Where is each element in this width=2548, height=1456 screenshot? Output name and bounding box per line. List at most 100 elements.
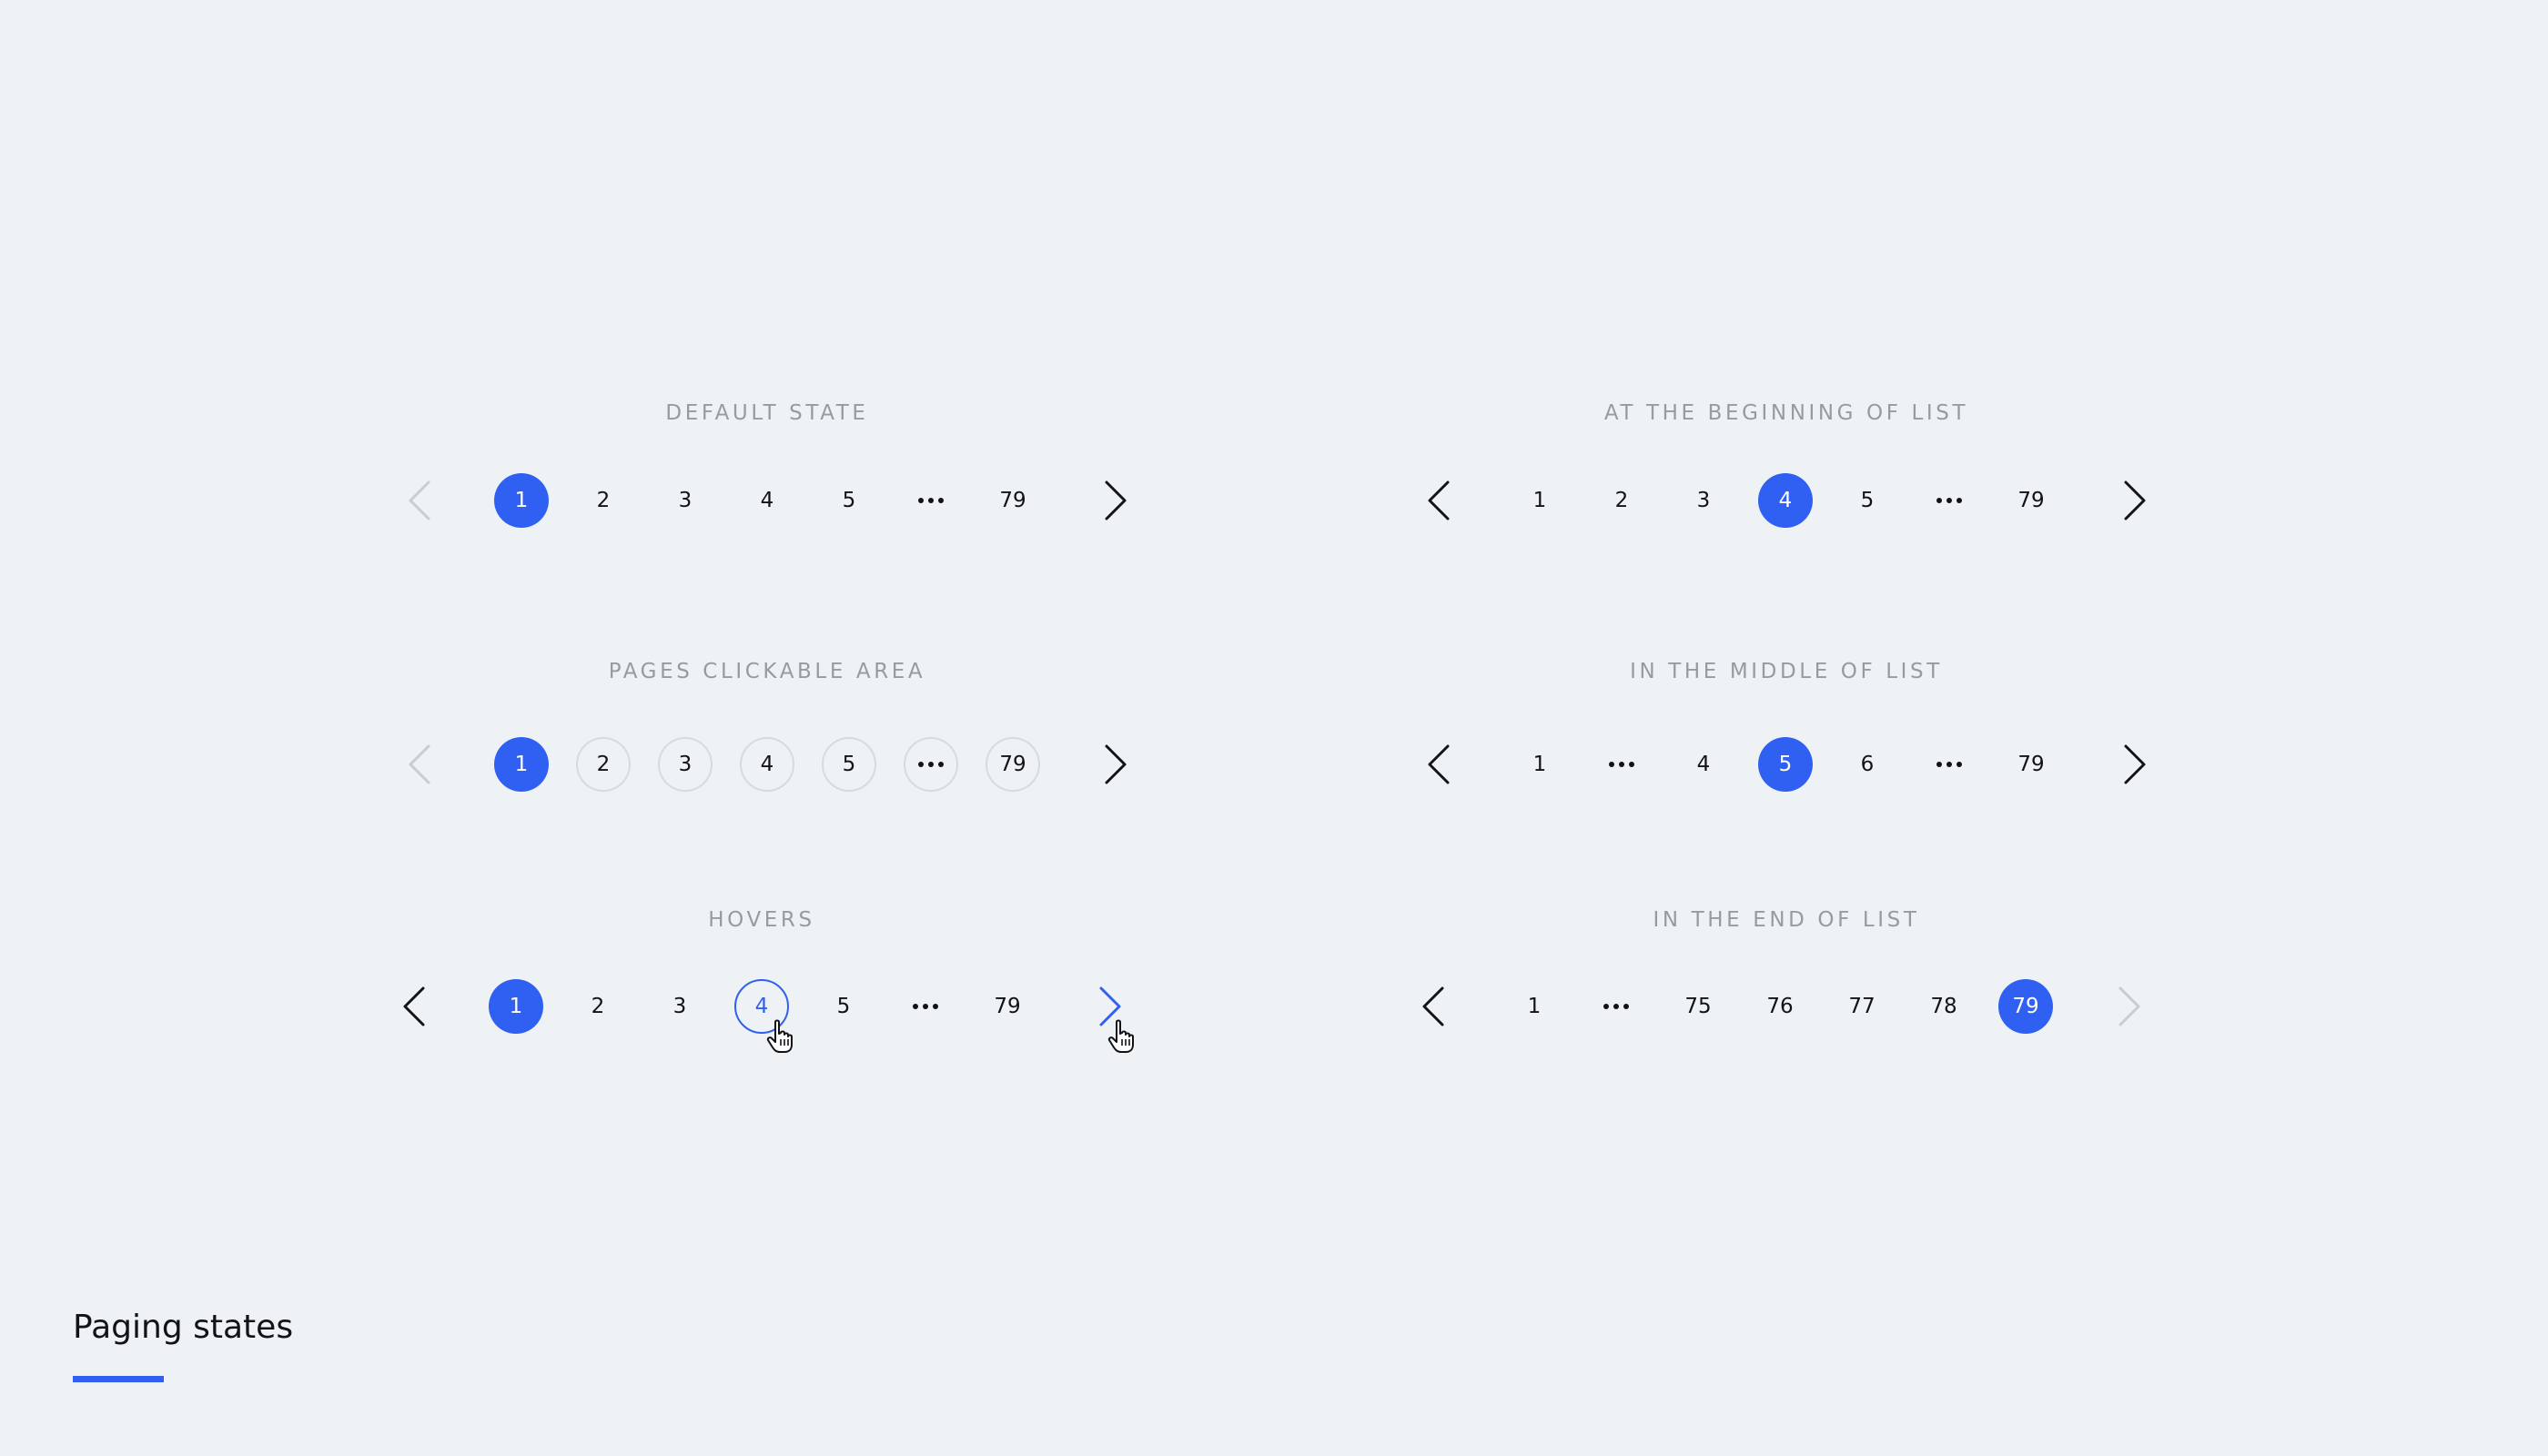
page-button[interactable]: 5 [822, 737, 876, 792]
next-page-button[interactable] [2120, 479, 2151, 522]
current-page-button[interactable]: 79 [1998, 979, 2053, 1034]
page-title: Paging states [73, 1309, 294, 1346]
prev-page-button [403, 479, 434, 522]
page-number: 3 [678, 489, 693, 512]
page-button[interactable]: 78 [1916, 979, 1971, 1034]
page-number: 79 [2017, 753, 2045, 776]
ellipsis-icon [1603, 1004, 1629, 1009]
page-number: 78 [1930, 995, 1957, 1018]
page-number: 4 [754, 995, 769, 1018]
prev-page-button[interactable] [1417, 985, 1448, 1028]
section-label: IN THE END OF LIST [1653, 908, 1920, 932]
page-button[interactable]: 2 [1594, 473, 1649, 528]
page-button[interactable]: 5 [816, 979, 871, 1034]
page-number: 79 [999, 753, 1026, 776]
page-button[interactable]: 79 [986, 473, 1040, 528]
page-button[interactable]: 4 [734, 979, 789, 1034]
page-button[interactable]: 2 [576, 737, 631, 792]
page-number: 79 [999, 489, 1026, 512]
page-number: 2 [591, 995, 605, 1018]
ellipsis-icon [918, 498, 944, 503]
prev-page-button[interactable] [1422, 743, 1453, 786]
page-button[interactable]: 4 [740, 737, 794, 792]
current-page-button[interactable]: 4 [1758, 473, 1813, 528]
page-number: 79 [2017, 489, 2045, 512]
page-number: 1 [1532, 753, 1547, 776]
pagination-ellipsis[interactable] [1594, 737, 1649, 792]
current-page-button[interactable]: 1 [494, 737, 549, 792]
page-number: 4 [760, 489, 774, 512]
next-page-button[interactable] [1096, 985, 1127, 1028]
section-label: DEFAULT STATE [665, 401, 869, 425]
page-number: 4 [1778, 489, 1793, 512]
page-button[interactable]: 3 [1676, 473, 1731, 528]
ellipsis-icon [1609, 762, 1634, 767]
page-button[interactable]: 3 [658, 473, 713, 528]
page-button[interactable]: 2 [571, 979, 625, 1034]
page-number: 5 [836, 995, 851, 1018]
pagination-ellipsis[interactable] [1922, 473, 1977, 528]
pagination-ellipsis[interactable] [1589, 979, 1643, 1034]
next-page-button[interactable] [1101, 479, 1132, 522]
page-button[interactable]: 1 [1507, 979, 1562, 1034]
page-number: 5 [842, 489, 856, 512]
page-button[interactable]: 79 [986, 737, 1040, 792]
page-number: 5 [1778, 753, 1793, 776]
next-page-button[interactable] [2120, 743, 2151, 786]
page-number: 4 [1696, 753, 1711, 776]
page-number: 1 [509, 995, 523, 1018]
ellipsis-icon [913, 1004, 938, 1009]
pagination-ellipsis[interactable] [904, 473, 958, 528]
page-button[interactable]: 76 [1753, 979, 1807, 1034]
pagination-ellipsis[interactable] [1922, 737, 1977, 792]
prev-page-button [403, 743, 434, 786]
page-number: 3 [1696, 489, 1711, 512]
next-page-button [2115, 985, 2146, 1028]
page-number: 1 [514, 489, 529, 512]
page-button[interactable]: 6 [1840, 737, 1895, 792]
page-button[interactable]: 3 [652, 979, 707, 1034]
page-button[interactable]: 5 [1840, 473, 1895, 528]
prev-page-button[interactable] [1422, 479, 1453, 522]
pagination-ellipsis[interactable] [904, 737, 958, 792]
prev-page-button[interactable] [398, 985, 429, 1028]
section-label: PAGES CLICKABLE AREA [608, 660, 926, 683]
ellipsis-icon [918, 762, 944, 767]
page-button[interactable]: 4 [740, 473, 794, 528]
page-number: 75 [1684, 995, 1712, 1018]
page-button[interactable]: 3 [658, 737, 713, 792]
page-number: 77 [1848, 995, 1876, 1018]
next-page-button[interactable] [1101, 743, 1132, 786]
page-number: 1 [514, 753, 529, 776]
page-button[interactable]: 1 [1512, 737, 1567, 792]
page-button[interactable]: 4 [1676, 737, 1731, 792]
section-label: AT THE BEGINNING OF LIST [1603, 401, 1969, 425]
page-button[interactable]: 2 [576, 473, 631, 528]
page-button[interactable]: 79 [980, 979, 1035, 1034]
page-number: 79 [2012, 995, 2039, 1018]
current-page-button[interactable]: 5 [1758, 737, 1813, 792]
page-button[interactable]: 75 [1671, 979, 1725, 1034]
section-label: HOVERS [708, 908, 815, 932]
current-page-button[interactable]: 1 [489, 979, 543, 1034]
page-button[interactable]: 5 [822, 473, 876, 528]
current-page-button[interactable]: 1 [494, 473, 549, 528]
page-number: 3 [678, 753, 693, 776]
title-underline [73, 1376, 164, 1382]
page-number: 2 [596, 753, 611, 776]
page-button[interactable]: 77 [1835, 979, 1889, 1034]
pagination-ellipsis[interactable] [898, 979, 953, 1034]
page-number: 4 [760, 753, 774, 776]
page-number: 76 [1766, 995, 1794, 1018]
page-number: 79 [994, 995, 1021, 1018]
page-number: 1 [1532, 489, 1547, 512]
page-number: 2 [596, 489, 611, 512]
page-button[interactable]: 79 [2004, 473, 2058, 528]
page-button[interactable]: 1 [1512, 473, 1567, 528]
page-number: 2 [1614, 489, 1629, 512]
page-button[interactable]: 79 [2004, 737, 2058, 792]
page-number: 3 [672, 995, 687, 1018]
page-number: 6 [1860, 753, 1875, 776]
ellipsis-icon [1936, 498, 1962, 503]
page-number: 5 [842, 753, 856, 776]
